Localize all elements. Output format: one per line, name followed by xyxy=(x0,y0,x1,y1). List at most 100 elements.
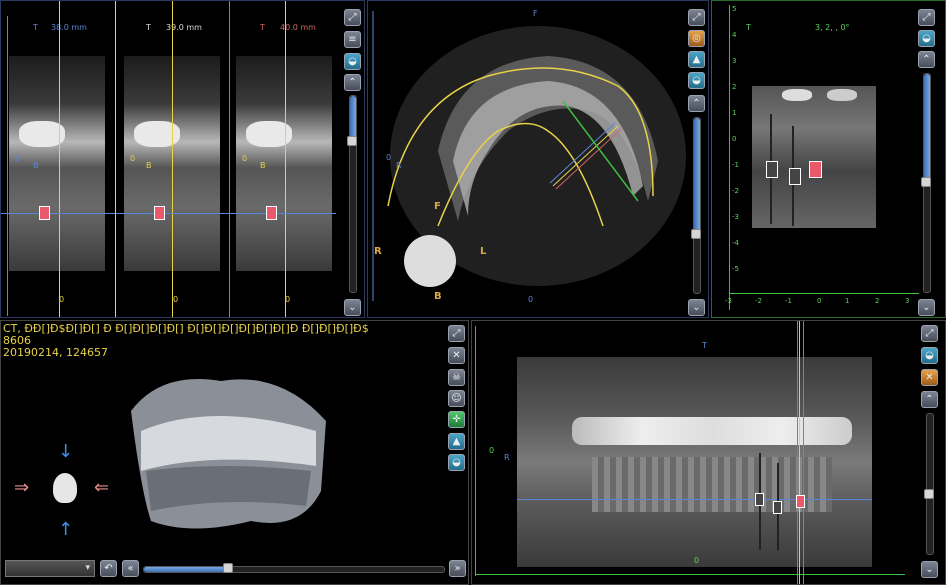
implant-detail-panel[interactable]: T 3, 2, , 0° 5 4 3 2 1 0 -1 -2 -3 -4 -5 … xyxy=(711,0,946,318)
vertical-axis xyxy=(729,5,730,310)
implant-marker-white-2[interactable] xyxy=(773,501,782,514)
arrow-left-icon[interactable]: ⇒ xyxy=(14,479,36,497)
implant-view-top-label: T xyxy=(746,23,751,32)
cross-section-panel[interactable]: T 38.0 mm B 0 0 T 39.0 mm B 0 0 T 40.0 m… xyxy=(0,0,365,318)
slice-label-b: B xyxy=(33,161,39,170)
implant-marker-white-1[interactable] xyxy=(755,493,764,506)
cross-section-line[interactable] xyxy=(799,321,800,584)
scroll-down-button[interactable]: ⌄ xyxy=(918,299,935,316)
panoramic-view-panel[interactable]: T R 0 0 ⤢ ◒ ✕ ⌃ ⌄ xyxy=(471,320,946,585)
maximize-icon[interactable]: ⤢ xyxy=(918,9,935,26)
y-tick: 1 xyxy=(732,109,737,117)
jaw-view-icon[interactable]: ◒ xyxy=(448,454,465,471)
axial-scrollbar[interactable] xyxy=(693,117,701,294)
maximize-icon[interactable]: ⤢ xyxy=(448,325,465,342)
slice-label-b: B xyxy=(260,161,266,170)
cross-section-line[interactable] xyxy=(803,321,804,584)
implant-marker-red[interactable] xyxy=(809,161,822,178)
y-tick: 2 xyxy=(732,83,737,91)
scroll-down-button[interactable]: ⌄ xyxy=(921,561,938,578)
implant-marker[interactable] xyxy=(154,206,165,220)
navigation-icon[interactable]: ✛ xyxy=(448,411,465,428)
horizontal-cursor-line xyxy=(230,213,336,214)
axial-image xyxy=(372,11,686,301)
scroll-up-button[interactable]: ⌃ xyxy=(918,51,935,68)
cross-section-slice-1[interactable]: T 38.0 mm B 0 0 xyxy=(1,1,115,317)
y-tick: -2 xyxy=(732,187,739,195)
horizontal-axis xyxy=(729,293,919,294)
vertical-cursor-line xyxy=(285,1,286,317)
scroll-up-button[interactable]: ⌃ xyxy=(344,74,361,91)
opacity-slider[interactable] xyxy=(143,566,445,573)
teeth-view-icon[interactable]: ▲ xyxy=(688,51,705,68)
preset-select[interactable]: ▾ xyxy=(5,560,95,577)
opacity-slider-thumb[interactable] xyxy=(223,563,233,573)
chevron-down-icon: ▾ xyxy=(85,563,90,573)
orientation-right: R xyxy=(374,246,382,257)
slice-label-bottom: 0 xyxy=(173,295,179,304)
cut-tool-icon[interactable]: ✕ xyxy=(448,347,465,364)
cross-section-slice-2[interactable]: T 39.0 mm B 0 0 xyxy=(116,1,229,317)
horizontal-cursor-line xyxy=(116,213,229,214)
maximize-icon[interactable]: ⤢ xyxy=(688,9,705,26)
implant-view-title: 3, 2, , 0° xyxy=(815,23,850,32)
horizontal-axis xyxy=(475,574,905,575)
maximize-icon[interactable]: ⤢ xyxy=(921,325,938,342)
arch-tool-icon[interactable]: ◎ xyxy=(688,30,705,47)
pano-top-label: T xyxy=(702,341,707,350)
nerve-tool-icon[interactable]: ✕ xyxy=(921,369,938,386)
orientation-back: B xyxy=(434,291,442,302)
slice-label-t: T xyxy=(33,23,38,32)
horizontal-cursor-line xyxy=(1,213,115,214)
scroll-down-button[interactable]: ⌄ xyxy=(688,299,705,316)
cross-section-scrollbar[interactable] xyxy=(349,95,357,293)
slice-spacing-icon[interactable]: ≡ xyxy=(344,31,361,48)
teeth-view-icon[interactable]: ▲ xyxy=(448,433,465,450)
x-tick: -2 xyxy=(755,297,762,305)
pano-bottom-zero: 0 xyxy=(694,556,700,565)
implant-marker-white-2[interactable] xyxy=(789,168,801,185)
implant-marker[interactable] xyxy=(39,206,50,220)
slider-right-button[interactable]: » xyxy=(449,560,466,577)
x-tick: 2 xyxy=(875,297,880,305)
cross-section-line[interactable] xyxy=(797,321,798,584)
arrow-down-icon[interactable]: ↑ xyxy=(58,519,73,541)
x-tick: 1 xyxy=(845,297,850,305)
jaw-view-icon[interactable]: ◒ xyxy=(344,53,361,70)
scroll-up-button[interactable]: ⌃ xyxy=(688,95,705,112)
implant-scroll-thumb[interactable] xyxy=(921,177,931,187)
cross-section-scroll-thumb[interactable] xyxy=(347,136,357,146)
maximize-icon[interactable]: ⤢ xyxy=(344,9,361,26)
panorama-scroll-thumb[interactable] xyxy=(924,489,934,499)
x-tick: 3 xyxy=(905,297,910,305)
panorama-scrollbar[interactable] xyxy=(926,413,934,555)
orientation-front: F xyxy=(434,201,441,212)
head-orientation-icon[interactable] xyxy=(53,473,77,503)
axial-view-panel[interactable]: F R 0 R F L B 0 ⤢ ◎ ▲ ◒ ⌃ ⌄ xyxy=(367,0,709,318)
axial-scale-zero: 0 xyxy=(386,153,392,162)
y-tick: -5 xyxy=(732,265,739,273)
arrow-up-icon[interactable]: ↓ xyxy=(58,441,73,463)
y-tick: 0 xyxy=(732,135,737,143)
slider-left-button[interactable]: « xyxy=(122,560,139,577)
implant-marker-red[interactable] xyxy=(796,495,805,508)
face-view-icon[interactable]: ☺ xyxy=(448,390,465,407)
jaw-3d-model[interactable] xyxy=(101,351,341,536)
scroll-up-button[interactable]: ⌃ xyxy=(921,391,938,408)
jaw-view-icon[interactable]: ◒ xyxy=(918,30,935,47)
slice-label-zero: 0 xyxy=(242,154,248,163)
panoramic-image xyxy=(517,357,872,567)
axial-top-label: F xyxy=(533,9,538,18)
scroll-down-button[interactable]: ⌄ xyxy=(344,299,361,316)
jaw-view-icon[interactable]: ◒ xyxy=(921,347,938,364)
cross-section-slice-3[interactable]: T 40.0 mm B 0 0 xyxy=(230,1,336,317)
undo-icon[interactable]: ↶ xyxy=(100,560,117,577)
implant-marker-white-1[interactable] xyxy=(766,161,778,178)
axial-scroll-thumb[interactable] xyxy=(691,229,701,239)
model-3d-panel[interactable]: CT, ĐĐ[]Đ$Đ[]Đ[] Đ Đ[]Đ[]Đ[]Đ[] Đ[]Đ[]Đ[… xyxy=(0,320,469,585)
arrow-right-icon[interactable]: ⇐ xyxy=(94,479,116,497)
skull-view-icon[interactable]: ☠ xyxy=(448,369,465,386)
jaw-view-icon[interactable]: ◒ xyxy=(688,72,705,89)
slice-label-b: B xyxy=(146,161,152,170)
implant-marker[interactable] xyxy=(266,206,277,220)
